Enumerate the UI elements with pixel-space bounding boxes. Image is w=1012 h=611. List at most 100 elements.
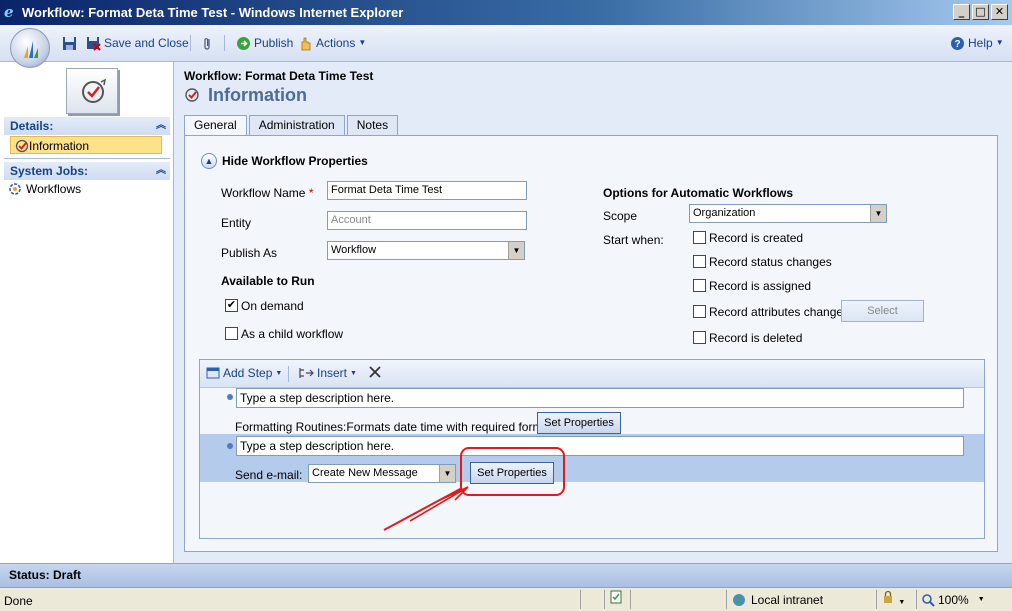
sidebar-item-information[interactable]: Information: [10, 136, 162, 154]
actions-label: Actions: [316, 36, 356, 50]
publish-button[interactable]: Publish: [236, 34, 293, 52]
globe-icon: [733, 593, 745, 606]
help-icon: ?: [951, 36, 964, 50]
publish-as-select[interactable]: Workflow ▼: [327, 241, 525, 260]
step-bullet-icon: [227, 394, 233, 400]
chevron-down-icon: ▼: [898, 599, 906, 606]
details-section: Details: ︽ Information: [4, 117, 170, 154]
start-when-label: Start when:: [603, 233, 664, 247]
add-step-button[interactable]: Add Step ▼: [206, 366, 282, 380]
help-label: Help: [968, 36, 993, 50]
form-tabs: General Administration Notes: [184, 115, 399, 136]
record-assigned-label: Record is assigned: [709, 279, 812, 293]
child-workflow-label: As a child workflow: [241, 327, 344, 341]
step-description-input[interactable]: Type a step description here.: [236, 436, 964, 456]
chevron-down-icon: ▼: [358, 38, 367, 47]
step-row-send-email: Type a step description here. Send e-mai…: [200, 434, 984, 484]
blank-status-cell: [630, 590, 726, 609]
insert-icon: [299, 368, 314, 378]
help-menu-button[interactable]: ? Help ▼: [950, 34, 1004, 52]
collapse-icon[interactable]: ︽: [156, 162, 166, 180]
left-navigation: Details: ︽ Information System Jobs: ︽ Wo…: [0, 62, 174, 563]
save-and-close-label: Save and Close: [104, 36, 189, 50]
window-title: Workflow: Format Deta Time Test - Window…: [22, 5, 404, 20]
steps-toolbar: Add Step ▼ Insert ▼: [200, 360, 984, 388]
actions-menu-button[interactable]: Actions ▼: [298, 34, 366, 52]
record-status-checkbox[interactable]: [693, 255, 706, 268]
maximize-button[interactable]: □: [972, 4, 989, 20]
workflow-name-label: Workflow Name *: [221, 186, 314, 200]
workflow-entity-icon: [66, 68, 118, 114]
crm-logo-icon[interactable]: [10, 28, 50, 68]
step-bullet-icon: [227, 443, 233, 449]
browser-status-text: Done: [4, 594, 33, 608]
collapse-icon[interactable]: ︽: [156, 117, 166, 135]
record-assigned-checkbox[interactable]: [693, 279, 706, 292]
send-email-select[interactable]: Create New Message ▼: [308, 464, 456, 483]
delete-step-icon[interactable]: [368, 365, 382, 379]
insert-button[interactable]: Insert ▼: [298, 366, 357, 380]
record-status-label: Record status changes: [709, 255, 832, 269]
dropdown-arrow-icon[interactable]: ▼: [439, 465, 455, 482]
chevron-down-icon: ▼: [275, 369, 283, 377]
hand-icon: [301, 37, 311, 50]
window-title-bar: e Workflow: Format Deta Time Test - Wind…: [0, 0, 1012, 25]
tab-notes[interactable]: Notes: [346, 115, 399, 135]
close-window-button[interactable]: ✕: [991, 4, 1008, 20]
svg-text:?: ?: [954, 39, 960, 50]
options-title: Options for Automatic Workflows: [603, 186, 794, 200]
ie-logo-icon: e: [4, 3, 14, 21]
required-indicator: *: [308, 186, 314, 200]
workflow-name-input[interactable]: Format Deta Time Test: [327, 181, 527, 200]
chevron-down-icon: ▼: [995, 38, 1004, 47]
chevron-up-icon: ▲: [201, 153, 217, 169]
record-deleted-checkbox[interactable]: [693, 331, 706, 344]
security-zone[interactable]: Local intranet: [726, 590, 876, 609]
workflow-steps-editor: Add Step ▼ Insert ▼ Type a step descript…: [199, 359, 985, 539]
page-report-icon[interactable]: [604, 590, 630, 609]
send-email-label: Send e-mail:: [235, 468, 303, 482]
record-created-checkbox[interactable]: [693, 231, 706, 244]
save-icon[interactable]: [62, 34, 77, 52]
record-attributes-label: Record attributes change: [709, 305, 844, 319]
step-description-input[interactable]: Type a step description here.: [236, 388, 964, 408]
workflows-icon: [9, 183, 21, 195]
dropdown-arrow-icon[interactable]: ▼: [870, 205, 886, 222]
formatting-routines-label: Formatting Routines:Formats date time wi…: [235, 420, 553, 434]
entity-label: Entity: [221, 216, 252, 230]
attach-file-button[interactable]: [200, 34, 215, 52]
select-attributes-button[interactable]: Select: [841, 300, 924, 322]
blank-status-cell: [580, 590, 604, 609]
on-demand-checkbox[interactable]: ✔: [225, 299, 238, 312]
step-row-formatting: Type a step description here. Formatting…: [200, 388, 984, 438]
scope-select[interactable]: Organization ▼: [689, 204, 887, 223]
zoom-icon: [922, 593, 935, 607]
system-jobs-section: System Jobs: ︽ Workflows: [4, 162, 170, 198]
sidebar-item-workflows[interactable]: Workflows: [4, 180, 170, 198]
tab-general[interactable]: General: [184, 115, 247, 136]
add-step-icon: [206, 367, 220, 379]
information-icon: [15, 139, 29, 153]
details-header[interactable]: Details: ︽: [4, 117, 170, 135]
browser-status-bar: Done Local intranet ▼ 100% ▼: [0, 587, 1012, 611]
protected-mode-icon[interactable]: ▼: [876, 590, 916, 609]
set-properties-button[interactable]: Set Properties: [537, 412, 621, 434]
entity-input: Account: [327, 211, 527, 230]
dropdown-arrow-icon[interactable]: ▼: [508, 242, 524, 259]
information-icon: [185, 88, 199, 102]
main-content: Workflow: Format Deta Time Test Informat…: [174, 62, 1012, 563]
system-jobs-header[interactable]: System Jobs: ︽: [4, 162, 170, 180]
tab-administration[interactable]: Administration: [248, 115, 345, 135]
general-tab-panel: ▲ Hide Workflow Properties Workflow Name…: [184, 135, 998, 552]
record-attributes-checkbox[interactable]: [693, 305, 706, 318]
minimize-button[interactable]: _: [953, 4, 970, 20]
set-properties-button[interactable]: Set Properties: [470, 462, 554, 484]
zoom-control[interactable]: 100% ▼: [916, 590, 994, 609]
save-and-close-button[interactable]: Save and Close: [86, 34, 189, 52]
child-workflow-checkbox[interactable]: [225, 327, 238, 340]
scope-label: Scope: [603, 209, 638, 223]
chevron-down-icon: ▼: [350, 369, 357, 377]
publish-as-label: Publish As: [221, 246, 278, 260]
hide-workflow-properties-toggle[interactable]: ▲ Hide Workflow Properties: [201, 153, 368, 169]
lock-icon: [884, 590, 892, 603]
